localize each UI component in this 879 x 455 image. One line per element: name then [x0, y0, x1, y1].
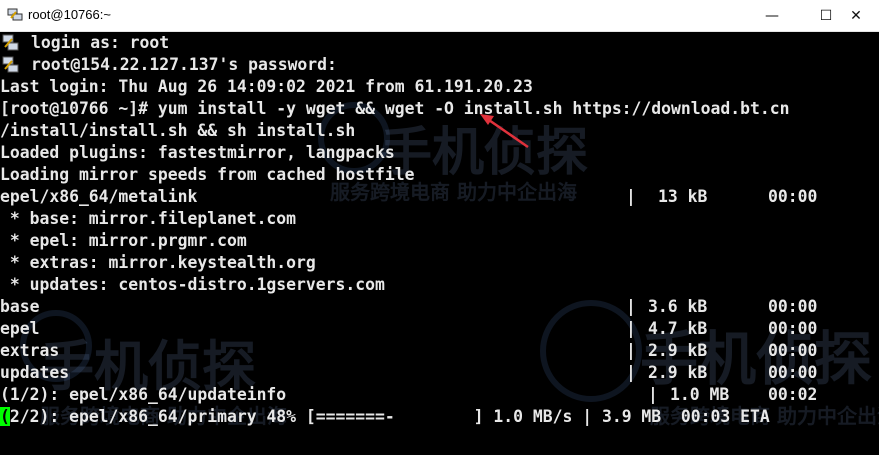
terminal-line-text: extras [0, 341, 60, 360]
terminal-line: /install/install.sh && sh install.sh [0, 120, 879, 142]
session-icon [2, 34, 19, 51]
close-button[interactable]: ✕ [833, 0, 879, 31]
terminal-line: Loading mirror speeds from cached hostfi… [0, 164, 879, 186]
terminal-line-text: updates [0, 363, 70, 382]
status-separator: | [626, 341, 636, 360]
title-bar[interactable]: root@10766:~ — ☐ ✕ [0, 0, 879, 32]
download-size: 13 kB [658, 187, 708, 206]
terminal-line: * base: mirror.fileplanet.com [0, 208, 879, 230]
terminal-line: root@154.22.127.137's password: [0, 54, 879, 76]
download-time: 00:00 [768, 187, 818, 206]
terminal-line: Loaded plugins: fastestmirror, langpacks [0, 142, 879, 164]
terminal-line-text: base [0, 297, 40, 316]
terminal-line: (2/2): epel/x86_64/primary 48% [=======-… [0, 406, 879, 428]
terminal-line-text: * extras: mirror.keystealth.org [0, 253, 316, 272]
terminal-cursor: ( [0, 407, 10, 426]
status-separator: | [626, 363, 636, 382]
terminal-line-text: login as: root [31, 33, 170, 52]
session-icon [2, 56, 19, 73]
minimize-button[interactable]: — [749, 0, 795, 31]
terminal-screen[interactable]: 手机侦探 服务跨境电商 助力中企出海 手机侦探 服务跨境电商 助力中企出海 手机… [0, 32, 879, 455]
terminal-line-text: epel [0, 319, 40, 338]
window-title: root@10766:~ [28, 7, 111, 22]
maximize-icon: ☐ [819, 7, 833, 24]
terminal-line-text: root@154.22.127.137's password: [31, 55, 337, 74]
terminal-line-text: Last login: Thu Aug 26 14:09:02 2021 fro… [0, 77, 533, 96]
terminal-line-text: epel/x86_64/metalink [0, 187, 198, 206]
minimize-icon: — [765, 7, 779, 24]
terminal-line-rest: 2/2): epel/x86_64/primary 48% [=======- … [9, 407, 770, 426]
download-size: 2.9 kB [648, 363, 708, 382]
terminal-line: (1/2): epel/x86_64/updateinfo | 1.0 MB 00:0… [0, 384, 879, 406]
terminal-line-text: Loading mirror speeds from cached hostfi… [0, 165, 415, 184]
terminal-line: updates | 2.9 kB 00:00 [0, 362, 879, 384]
terminal-line-text: Loaded plugins: fastestmirror, langpacks [0, 143, 395, 162]
close-icon: ✕ [850, 7, 862, 24]
status-separator: | [626, 319, 636, 338]
terminal-line: extras | 2.9 kB 00:00 [0, 340, 879, 362]
terminal-line: Last login: Thu Aug 26 14:09:02 2021 fro… [0, 76, 879, 98]
download-time: 00:00 [768, 363, 818, 382]
terminal-line: base | 3.6 kB 00:00 [0, 296, 879, 318]
status-separator: | [626, 297, 636, 316]
download-size: 1.0 MB [670, 385, 730, 404]
terminal-line: [root@10766 ~]# yum install -y wget && w… [0, 98, 879, 120]
download-size: 2.9 kB [648, 341, 708, 360]
terminal-line-text: * updates: centos-distro.1gservers.com [0, 275, 385, 294]
terminal-line: * updates: centos-distro.1gservers.com [0, 274, 879, 296]
terminal-line: epel | 4.7 kB 00:00 [0, 318, 879, 340]
download-time: 00:00 [768, 319, 818, 338]
terminal-line-text: (1/2): epel/x86_64/updateinfo [0, 385, 287, 404]
download-size: 3.6 kB [648, 297, 708, 316]
putty-icon [7, 8, 23, 21]
terminal-line: epel/x86_64/metalink | 13 kB 00:00 [0, 186, 879, 208]
terminal-line-text: [root@10766 ~]# yum install -y wget && w… [0, 99, 790, 118]
download-time: 00:00 [768, 297, 818, 316]
status-separator: | [648, 385, 658, 404]
terminal-line-text: * base: mirror.fileplanet.com [0, 209, 297, 228]
terminal-line: * epel: mirror.prgmr.com [0, 230, 879, 252]
terminal-line: * extras: mirror.keystealth.org [0, 252, 879, 274]
terminal-line: login as: root [0, 32, 879, 54]
terminal-line-text: (2/2): epel/x86_64/primary 48% [=======-… [0, 406, 770, 428]
download-time: 00:00 [768, 341, 818, 360]
download-size: 4.7 kB [648, 319, 708, 338]
status-separator: | [626, 187, 636, 206]
download-time: 00:02 [768, 385, 818, 404]
terminal-window: root@10766:~ — ☐ ✕ 手机侦探 服务跨境电商 助力中企出海 手机… [0, 0, 879, 455]
terminal-line-text: /install/install.sh && sh install.sh [0, 121, 356, 140]
terminal-line-text: * epel: mirror.prgmr.com [0, 231, 247, 250]
